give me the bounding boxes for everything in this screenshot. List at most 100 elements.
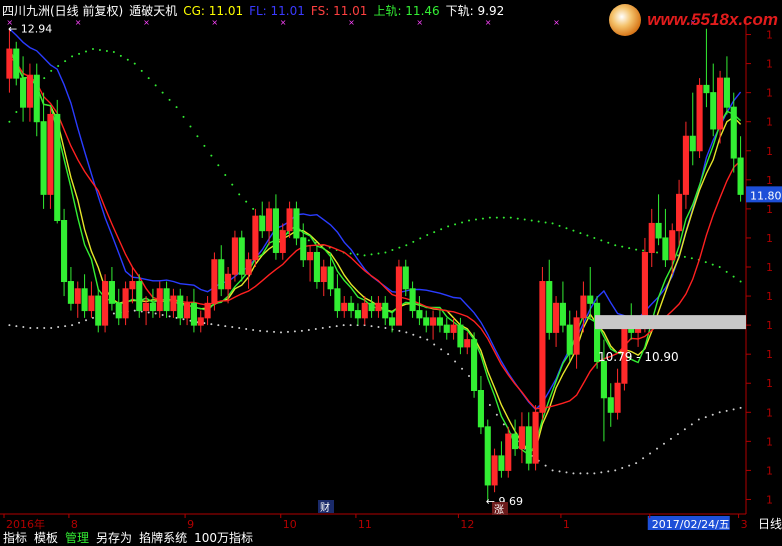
candle-body[interactable] [669,230,676,261]
candle-body[interactable] [197,317,204,326]
candle-body[interactable] [443,324,450,333]
candle-body[interactable] [559,302,566,326]
candle-body[interactable] [47,113,54,195]
candle-body[interactable] [566,324,573,355]
candle-body[interactable] [430,317,437,326]
candle-body[interactable] [600,360,607,399]
candle-body[interactable] [307,251,314,261]
menu-indicator[interactable]: 指标 [3,531,27,545]
candle-body[interactable] [341,302,348,312]
candle-body[interactable] [539,281,546,413]
candle-body[interactable] [416,310,423,319]
candle-body[interactable] [395,266,402,326]
candle-body[interactable] [54,113,61,222]
candle-body[interactable] [190,302,197,326]
candle-body[interactable] [33,74,40,123]
candle-body[interactable] [313,251,320,283]
candle-body[interactable] [143,302,150,312]
candle-body[interactable] [361,302,368,319]
candle-body[interactable] [88,295,95,312]
candle-body[interactable] [40,121,47,195]
candle-body[interactable] [641,251,648,326]
candle-body[interactable] [156,288,163,312]
candle-body[interactable] [163,288,170,312]
candle-body[interactable] [710,92,717,130]
candle-body[interactable] [320,266,327,283]
candle-body[interactable] [450,324,457,333]
candle-body[interactable] [129,281,136,290]
candle-body[interactable] [525,426,532,464]
candle-body[interactable] [457,324,464,348]
candle-body[interactable] [204,302,211,319]
candle-body[interactable] [108,281,115,304]
candle-body[interactable] [723,77,730,108]
candle-body[interactable] [170,295,177,312]
candle-body[interactable] [717,77,724,130]
candle-body[interactable] [218,259,225,290]
candle-body[interactable] [74,288,81,304]
candle-body[interactable] [61,220,68,283]
candle-body[interactable] [67,281,74,304]
candle-body[interactable] [573,317,580,355]
menu-save-as[interactable]: 另存为 [96,531,132,545]
candle-body[interactable] [703,84,710,94]
candle-body[interactable] [149,302,156,312]
menu-template[interactable]: 模板 [34,531,58,545]
candle-body[interactable] [505,433,512,471]
candle-body[interactable] [409,288,416,312]
candle-body[interactable] [436,317,443,326]
candle-body[interactable] [184,302,191,319]
candle-body[interactable] [368,302,375,312]
candle-body[interactable] [696,84,703,152]
candle-body[interactable] [655,222,662,239]
candle-body[interactable] [279,230,286,253]
candle-body[interactable] [546,281,553,333]
candle-body[interactable] [252,215,259,261]
candle-body[interactable] [231,237,238,275]
stock-title[interactable]: 四川九洲(日线 前复权) [2,4,123,18]
candle-body[interactable] [382,302,389,319]
candle-body[interactable] [389,317,396,326]
candle-body[interactable] [648,222,655,253]
candle-body[interactable] [484,426,491,486]
candle-body[interactable] [464,339,471,348]
candle-body[interactable] [26,74,33,108]
candle-body[interactable] [676,193,683,232]
candle-body[interactable] [348,302,355,312]
candle-body[interactable] [211,259,218,304]
candle-body[interactable] [259,215,266,232]
candle-body[interactable] [225,273,232,290]
candle-body[interactable] [375,302,382,312]
candle-body[interactable] [614,382,621,413]
candle-body[interactable] [512,433,519,450]
candle-body[interactable] [682,135,689,195]
candle-body[interactable] [293,208,300,239]
candle-body[interactable] [245,259,252,275]
candle-body[interactable] [81,288,88,312]
candle-body[interactable] [498,455,505,471]
kline-chart[interactable]: 11111111111111111×××××××××××← 12.94← 9.6… [0,0,782,546]
candle-body[interactable] [518,426,525,450]
candle-body[interactable] [272,208,279,253]
candle-body[interactable] [553,302,560,333]
candle-body[interactable] [266,208,273,232]
candle-body[interactable] [491,455,498,486]
candle-body[interactable] [471,339,478,392]
candle-body[interactable] [587,295,594,304]
candle-body[interactable] [136,281,143,312]
menu-system[interactable]: 掐牌系统 [139,531,187,545]
candle-body[interactable] [122,288,129,319]
candle-body[interactable] [402,266,409,290]
candle-body[interactable] [662,237,669,261]
candle-body[interactable] [423,317,430,326]
indicator-name[interactable]: 遁破天机 [129,4,177,18]
candle-body[interactable] [102,281,109,326]
candle-body[interactable] [20,77,27,108]
candle-body[interactable] [238,237,245,275]
candle-body[interactable] [737,157,744,195]
candle-body[interactable] [334,288,341,312]
candle-body[interactable] [327,266,334,290]
candle-body[interactable] [95,295,102,326]
candle-body[interactable] [477,390,484,428]
candle-body[interactable] [607,397,614,413]
